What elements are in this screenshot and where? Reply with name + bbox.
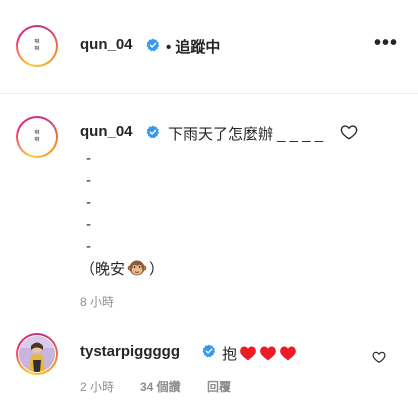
caption-closing-line: （晚安 ） xyxy=(80,258,164,279)
avatar-text: 啉啉 xyxy=(34,130,40,143)
post-author-avatar[interactable]: 啉啉 xyxy=(16,25,58,67)
red-heart-emoji-icon xyxy=(240,346,256,361)
comment-text-line: 抱 xyxy=(222,343,297,364)
commenter-avatar[interactable] xyxy=(16,333,58,375)
comment-text: 抱 xyxy=(222,346,238,363)
caption-closing-suffix: ） xyxy=(149,261,165,278)
caption-author-avatar[interactable]: 啉啉 xyxy=(16,116,58,158)
caption-dash-line: - xyxy=(86,216,91,233)
heart-outline-icon xyxy=(340,125,358,140)
caption-dash-line: - xyxy=(86,238,91,255)
caption-dash-line: - xyxy=(86,194,91,211)
verified-badge-icon xyxy=(146,38,160,52)
commenter-username[interactable]: tystarpiggggg xyxy=(80,343,180,360)
avatar-photo-icon xyxy=(19,336,55,372)
monkey-emoji-icon xyxy=(127,260,147,276)
comment-timestamp[interactable]: 2 小時 xyxy=(80,378,114,395)
reply-button[interactable]: 回覆 xyxy=(207,378,231,395)
caption-text: 下雨天了怎麼辦 _ _ _ _ xyxy=(168,126,324,143)
caption-dash-line: - xyxy=(86,172,91,189)
caption-author-username[interactable]: qun_04 xyxy=(80,123,133,140)
caption-closing-prefix: （晚安 xyxy=(80,261,126,278)
post-header: 啉啉 qun_04 • 追蹤中 ••• xyxy=(0,0,418,94)
commenter-avatar-photo xyxy=(19,336,55,372)
like-comment-heart-icon[interactable] xyxy=(372,350,386,364)
avatar-text: 啉啉 xyxy=(34,39,40,52)
caption-dash-line: - xyxy=(86,150,91,167)
following-status[interactable]: • 追蹤中 xyxy=(166,36,220,57)
verified-badge-icon xyxy=(202,344,216,358)
ellipsis-icon[interactable]: ••• xyxy=(374,32,398,55)
red-heart-emoji-icon xyxy=(260,346,276,361)
post-author-username[interactable]: qun_04 xyxy=(80,36,133,53)
comment-like-count[interactable]: 34 個讚 xyxy=(140,378,181,395)
verified-badge-icon xyxy=(146,125,160,139)
caption-timestamp[interactable]: 8 小時 xyxy=(80,293,114,310)
red-heart-emoji-icon xyxy=(280,346,296,361)
